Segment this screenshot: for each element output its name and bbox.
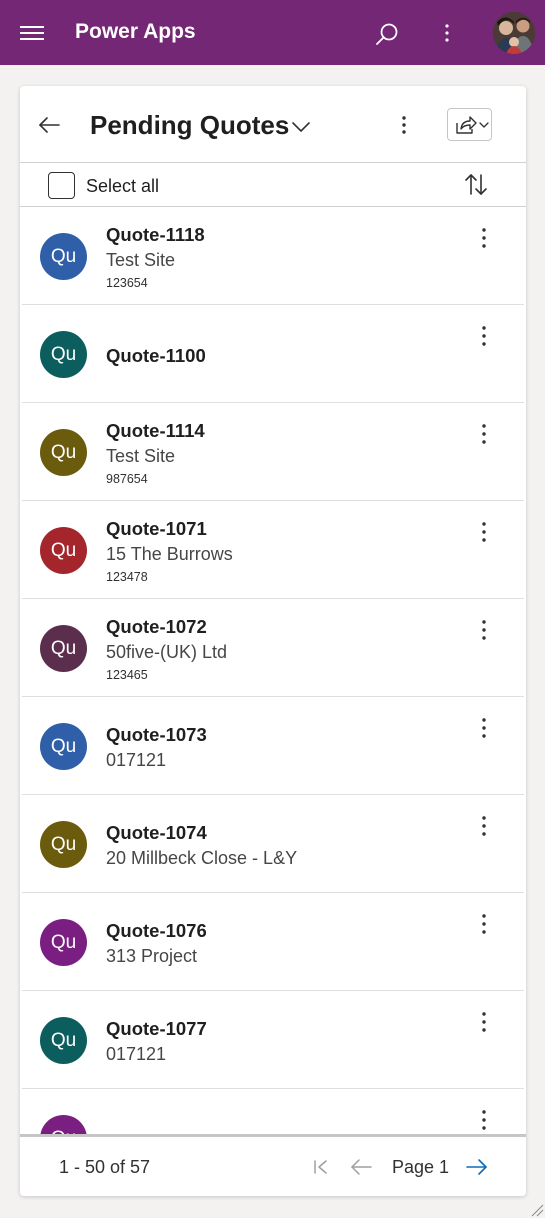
view-header: Pending Quotes [20, 86, 526, 163]
record-name: Quote-1114 [106, 420, 205, 441]
record-avatar: Qu [40, 1115, 87, 1135]
more-vertical-icon[interactable] [474, 813, 494, 839]
record-count: 1 - 50 of 57 [59, 1157, 151, 1177]
app-title: Power Apps [75, 20, 196, 43]
view-title[interactable]: Pending Quotes [90, 110, 289, 141]
record-detail: 987654 [106, 472, 148, 486]
list-item[interactable]: Qu Quote-1077 017121 [22, 991, 524, 1089]
pagination-bar: 1 - 50 of 57 Page 1 [20, 1134, 526, 1196]
record-name: Quote-1077 [106, 1018, 207, 1039]
list-item[interactable]: Qu Quote-1114 Test Site 987654 [22, 403, 524, 501]
record-list: Qu Quote-1118 Test Site 123654 Qu Quote-… [20, 207, 526, 1135]
more-vertical-icon[interactable] [474, 1107, 494, 1133]
list-item[interactable]: Qu Quote-1100 [22, 305, 524, 403]
record-subtitle: 15 The Burrows [106, 544, 233, 564]
record-subtitle: 313 Project [106, 946, 198, 966]
record-detail: 123654 [106, 276, 148, 290]
list-item[interactable]: Qu Quote-1118 Test Site 123654 [22, 207, 524, 305]
list-item[interactable]: Qu Quote-1072 50five-(UK) Ltd 123465 [22, 599, 524, 697]
list-item[interactable]: Qu Quote-1076 313 Project [22, 893, 524, 991]
record-avatar: Qu [40, 821, 87, 868]
list-item[interactable]: Qu Quote-1073 017121 [22, 697, 524, 795]
user-avatar[interactable] [493, 12, 535, 54]
record-subtitle: 017121 [106, 1044, 167, 1064]
more-vertical-icon[interactable] [474, 225, 494, 251]
record-avatar: Qu [40, 233, 87, 280]
first-page-icon[interactable] [311, 1155, 331, 1179]
more-vertical-icon[interactable] [474, 519, 494, 545]
select-all-checkbox[interactable] [48, 172, 75, 199]
more-vertical-icon[interactable] [474, 715, 494, 741]
share-button[interactable] [447, 108, 492, 141]
more-vertical-icon[interactable] [394, 112, 414, 138]
record-avatar: Qu [40, 1017, 87, 1064]
record-name: Quote-1076 [106, 920, 207, 941]
sort-icon[interactable] [464, 171, 488, 199]
resize-grip-icon[interactable] [530, 1204, 544, 1217]
more-vertical-icon[interactable] [474, 323, 494, 349]
record-subtitle: 20 Millbeck Close - L&Y [106, 848, 298, 868]
list-item[interactable]: Qu Quote-1071 15 The Burrows 123478 [22, 501, 524, 599]
record-name: Quote-1118 [106, 224, 205, 245]
record-detail: 123478 [106, 570, 148, 584]
list-item[interactable]: Qu Quote-1074 20 Millbeck Close - L&Y [22, 795, 524, 893]
page-label: Page 1 [392, 1157, 450, 1177]
previous-page-icon[interactable] [348, 1155, 374, 1179]
record-name: Quote-1100 [106, 345, 206, 366]
next-page-icon[interactable] [464, 1155, 490, 1179]
back-arrow-icon[interactable] [36, 112, 62, 138]
chevron-down-icon[interactable] [290, 116, 312, 138]
app-header: Power Apps [0, 0, 545, 65]
search-icon[interactable] [374, 22, 400, 48]
more-vertical-icon[interactable] [474, 1009, 494, 1035]
record-name: Quote-1074 [106, 822, 207, 843]
list-item[interactable]: Qu [22, 1089, 524, 1135]
record-name: Quote-1072 [106, 616, 207, 637]
record-subtitle: Test Site [106, 250, 176, 270]
more-vertical-icon[interactable] [474, 911, 494, 937]
more-vertical-icon[interactable] [437, 20, 457, 46]
record-avatar: Qu [40, 331, 87, 378]
record-detail: 123465 [106, 668, 148, 682]
select-bar: Select all [20, 163, 526, 207]
more-vertical-icon[interactable] [474, 617, 494, 643]
record-avatar: Qu [40, 527, 87, 574]
record-avatar: Qu [40, 919, 87, 966]
record-name: Quote-1073 [106, 724, 207, 745]
share-icon [456, 116, 489, 134]
record-subtitle: 017121 [106, 750, 167, 770]
record-name: Quote-1071 [106, 518, 207, 539]
record-avatar: Qu [40, 429, 87, 476]
record-subtitle: Test Site [106, 446, 176, 466]
record-subtitle: 50five-(UK) Ltd [106, 642, 228, 662]
hamburger-icon[interactable] [20, 26, 44, 42]
record-avatar: Qu [40, 723, 87, 770]
more-vertical-icon[interactable] [474, 421, 494, 447]
select-all-label[interactable]: Select all [86, 176, 159, 197]
list-view-card: Pending Quotes Select all Qu Quote-1118 … [20, 86, 526, 1196]
record-avatar: Qu [40, 625, 87, 672]
